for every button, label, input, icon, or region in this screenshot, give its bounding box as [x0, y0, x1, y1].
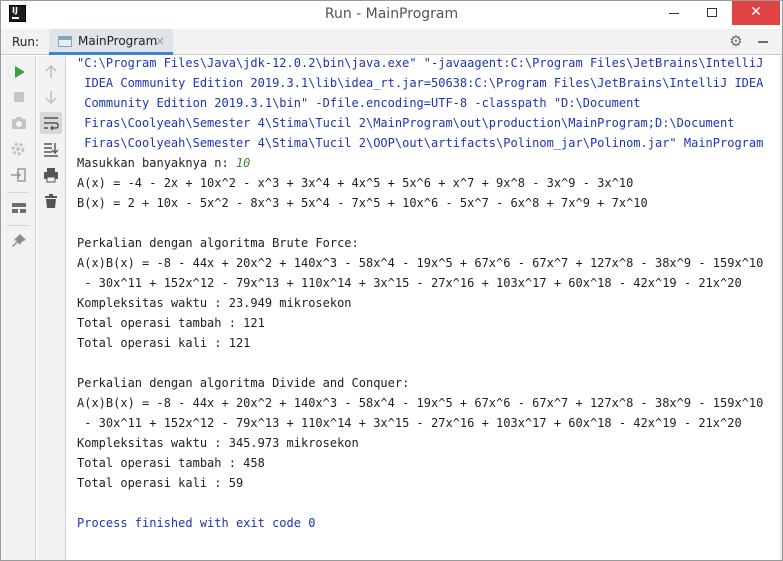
up-arrow-icon — [45, 64, 57, 78]
dnc-mul-ops: Total operasi kali : 59 — [77, 476, 244, 490]
debug-settings-icon — [11, 142, 25, 156]
maximize-icon — [707, 8, 717, 17]
stop-icon — [14, 92, 24, 102]
console-output[interactable]: "C:\Program Files\Java\jdk-12.0.2\bin\ja… — [67, 56, 780, 560]
gear-icon[interactable]: ⚙ — [727, 32, 745, 50]
run-label: Run: — [12, 35, 40, 49]
user-input-value: 10 — [235, 156, 251, 170]
camera-icon — [12, 117, 26, 129]
run-toolbar — [1, 56, 36, 560]
trash-icon — [45, 194, 57, 208]
console-command-line: Firas\Coolyeah\Semester 4\Stima\Tucil 2\… — [77, 116, 735, 130]
input-prompt-line: Masukkan banyaknya n: 10 — [77, 153, 250, 173]
soft-wrap-icon — [44, 117, 59, 131]
brute-force-add-ops: Total operasi tambah : 121 — [77, 316, 265, 330]
scroll-to-end-icon — [44, 143, 59, 157]
pin-tab-button[interactable] — [8, 230, 30, 252]
print-icon — [44, 168, 58, 183]
pin-icon — [12, 234, 26, 247]
run-tab-bar: Run: MainProgram × ⚙ — [1, 29, 782, 55]
dump-threads-button[interactable] — [8, 112, 30, 134]
dnc-result-line: - 30x^11 + 152x^12 - 79x^13 + 110x^14 + … — [77, 416, 742, 430]
brute-force-mul-ops: Total operasi kali : 121 — [77, 336, 251, 350]
login-icon — [11, 168, 26, 182]
minimize-icon — [669, 13, 679, 14]
previous-occurrence-button[interactable] — [40, 61, 62, 83]
polynomial-a-line: A(x) = -4 - 2x + 10x^2 - x^3 + 3x^4 + 4x… — [77, 176, 634, 190]
dnc-result-line: A(x)B(x) = -8 - 44x + 20x^2 + 140x^3 - 5… — [77, 396, 764, 410]
console-tab-icon — [58, 36, 72, 47]
down-arrow-icon — [45, 91, 57, 105]
clear-all-button[interactable] — [40, 190, 62, 212]
debug-settings-button[interactable] — [8, 138, 30, 160]
process-exit-line: Process finished with exit code 0 — [77, 516, 316, 530]
close-window-button[interactable]: ✕ — [732, 1, 780, 25]
tab-label: MainProgram — [78, 34, 158, 48]
console-command-line: Firas\Coolyeah\Semester 4\Stima\Tucil 2\… — [77, 136, 764, 150]
hide-panel-icon[interactable] — [758, 41, 768, 43]
print-button[interactable] — [40, 164, 62, 186]
brute-force-result-line: - 30x^11 + 152x^12 - 79x^13 + 110x^14 + … — [77, 276, 742, 290]
input-prompt-label: Masukkan banyaknya n: — [77, 156, 236, 170]
polynomial-b-line: B(x) = 2 + 10x - 5x^2 - 8x^3 + 5x^4 - 7x… — [77, 196, 648, 210]
scroll-to-end-button[interactable] — [40, 138, 62, 160]
console-command-line: IDEA Community Edition 2019.3.1\lib\idea… — [77, 76, 764, 90]
run-icon — [15, 66, 25, 78]
tab-close-icon[interactable]: × — [155, 29, 165, 53]
minimize-button[interactable] — [656, 1, 692, 25]
dnc-add-ops: Total operasi tambah : 458 — [77, 456, 265, 470]
dnc-time: Kompleksitas waktu : 345.973 mikrosekon — [77, 436, 359, 450]
close-icon: ✕ — [750, 4, 762, 20]
console-command-line: "C:\Program Files\Java\jdk-12.0.2\bin\ja… — [77, 56, 764, 70]
brute-force-heading: Perkalian dengan algoritma Brute Force: — [77, 236, 359, 250]
tab-mainprogram[interactable]: MainProgram × — [49, 29, 173, 55]
layout-icon — [12, 203, 26, 213]
run-window: IJ Run - MainProgram ✕ Run: MainProgram … — [0, 0, 783, 561]
brute-force-result-line: A(x)B(x) = -8 - 44x + 20x^2 + 140x^3 - 5… — [77, 256, 764, 270]
restore-layout-button[interactable] — [8, 164, 30, 186]
maximize-button[interactable] — [694, 1, 730, 25]
brute-force-time: Kompleksitas waktu : 23.949 mikrosekon — [77, 296, 352, 310]
title-bar: IJ Run - MainProgram ✕ — [1, 1, 782, 29]
next-occurrence-button[interactable] — [40, 86, 62, 108]
layout-button[interactable] — [8, 197, 30, 219]
soft-wrap-button[interactable] — [40, 112, 62, 134]
console-toolbar — [37, 56, 66, 560]
stop-button[interactable] — [8, 86, 30, 108]
console-scrollbar[interactable] — [780, 56, 782, 560]
console-command-line: Community Edition 2019.3.1\bin" -Dfile.e… — [77, 96, 641, 110]
dnc-heading: Perkalian dengan algoritma Divide and Co… — [77, 376, 410, 390]
rerun-button[interactable] — [8, 61, 30, 83]
